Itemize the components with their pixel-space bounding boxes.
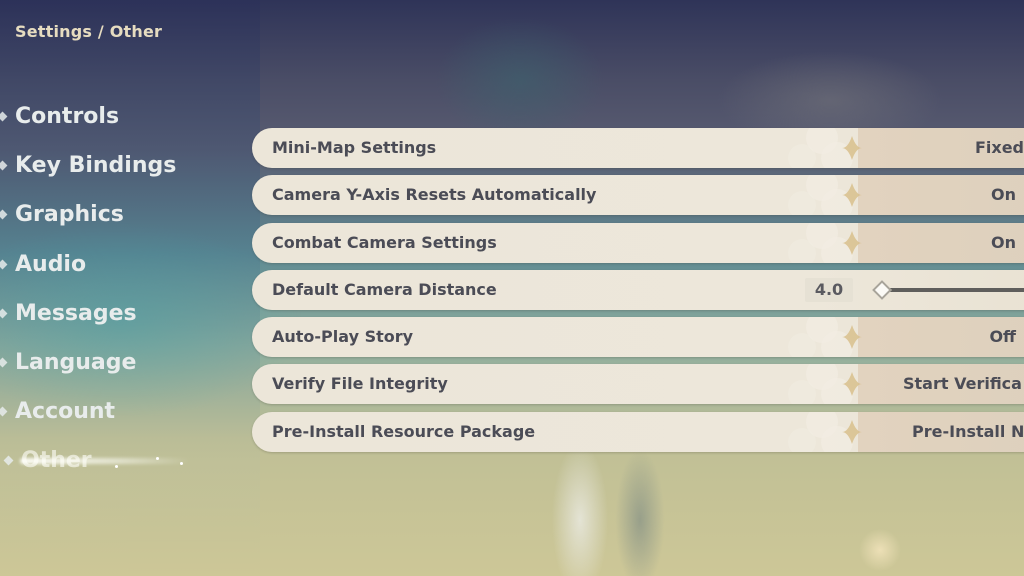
- camera-distance-slider-thumb[interactable]: [872, 279, 892, 300]
- setting-row-camera-y-axis[interactable]: Camera Y-Axis Resets Automatically On: [252, 175, 1024, 216]
- settings-nav: Controls Key Bindings Graphics Audio Mes…: [0, 92, 190, 486]
- setting-row-camera-distance[interactable]: Default Camera Distance 4.0: [252, 269, 1024, 310]
- camera-distance-value: 4.0: [805, 277, 853, 302]
- setting-row-mini-map[interactable]: Mini-Map Settings Fixed: [252, 128, 1024, 168]
- diamond-bullet-icon: [0, 111, 8, 122]
- nav-item-audio[interactable]: Audio: [0, 240, 176, 289]
- setting-value: Fixed: [974, 138, 1024, 157]
- setting-label: Mini-Map Settings: [272, 138, 437, 157]
- diamond-bullet-icon: [0, 210, 8, 220]
- decorative-star-icon: [788, 364, 862, 405]
- decorative-star-icon: [788, 411, 862, 452]
- nav-item-messages[interactable]: Messages: [0, 289, 176, 338]
- nav-item-label: Messages: [15, 300, 137, 326]
- setting-row-combat-camera[interactable]: Combat Camera Settings On: [252, 222, 1024, 263]
- setting-label: Default Camera Distance: [272, 279, 497, 299]
- settings-list: Mini-Map Settings Fixed Camera Y-Axis Re…: [252, 128, 1024, 459]
- diamond-bullet-icon: [0, 357, 8, 368]
- setting-label: Camera Y-Axis Resets Automatically: [272, 185, 597, 205]
- diamond-bullet-icon: [0, 259, 8, 270]
- breadcrumb: Settings / Other: [15, 22, 163, 41]
- sparkle-icon: [115, 465, 118, 469]
- active-glow-indicator: [20, 458, 190, 465]
- setting-row-pre-install[interactable]: Pre-Install Resource Package Pre-Install…: [252, 411, 1024, 452]
- setting-label: Pre-Install Resource Package: [272, 421, 536, 441]
- setting-row-verify-file-integrity[interactable]: Verify File Integrity Start Verifica: [252, 364, 1024, 405]
- diamond-bullet-icon: [0, 406, 8, 417]
- setting-row-auto-play-story[interactable]: Auto-Play Story Off: [252, 317, 1024, 358]
- diamond-bullet-icon: [3, 455, 14, 466]
- nav-item-language[interactable]: Language: [0, 338, 176, 387]
- setting-label: Auto-Play Story: [272, 327, 414, 347]
- nav-item-controls[interactable]: Controls: [0, 92, 176, 141]
- setting-label: Verify File Integrity: [272, 374, 448, 394]
- nav-item-account[interactable]: Account: [0, 387, 176, 436]
- setting-label: Combat Camera Settings: [272, 232, 497, 252]
- nav-item-label: Audio: [15, 251, 87, 277]
- setting-value: Off: [989, 327, 1016, 347]
- nav-item-label: Language: [15, 350, 137, 376]
- setting-value: On: [991, 232, 1016, 252]
- setting-value: On: [991, 185, 1016, 205]
- pre-install-button[interactable]: Pre-Install N: [912, 412, 1024, 452]
- start-verification-button[interactable]: Start Verifica: [903, 364, 1022, 404]
- nav-item-graphics[interactable]: Graphics: [0, 190, 176, 239]
- nav-item-label: Account: [15, 399, 116, 425]
- nav-item-key-bindings[interactable]: Key Bindings: [0, 141, 176, 190]
- diamond-bullet-icon: [0, 308, 8, 319]
- nav-item-label: Graphics: [15, 202, 124, 228]
- nav-item-other[interactable]: Other: [0, 436, 190, 485]
- nav-item-label: Key Bindings: [15, 153, 177, 179]
- nav-item-label: Controls: [15, 104, 120, 130]
- camera-distance-slider-track[interactable]: [884, 287, 1024, 292]
- diamond-bullet-icon: [0, 160, 8, 171]
